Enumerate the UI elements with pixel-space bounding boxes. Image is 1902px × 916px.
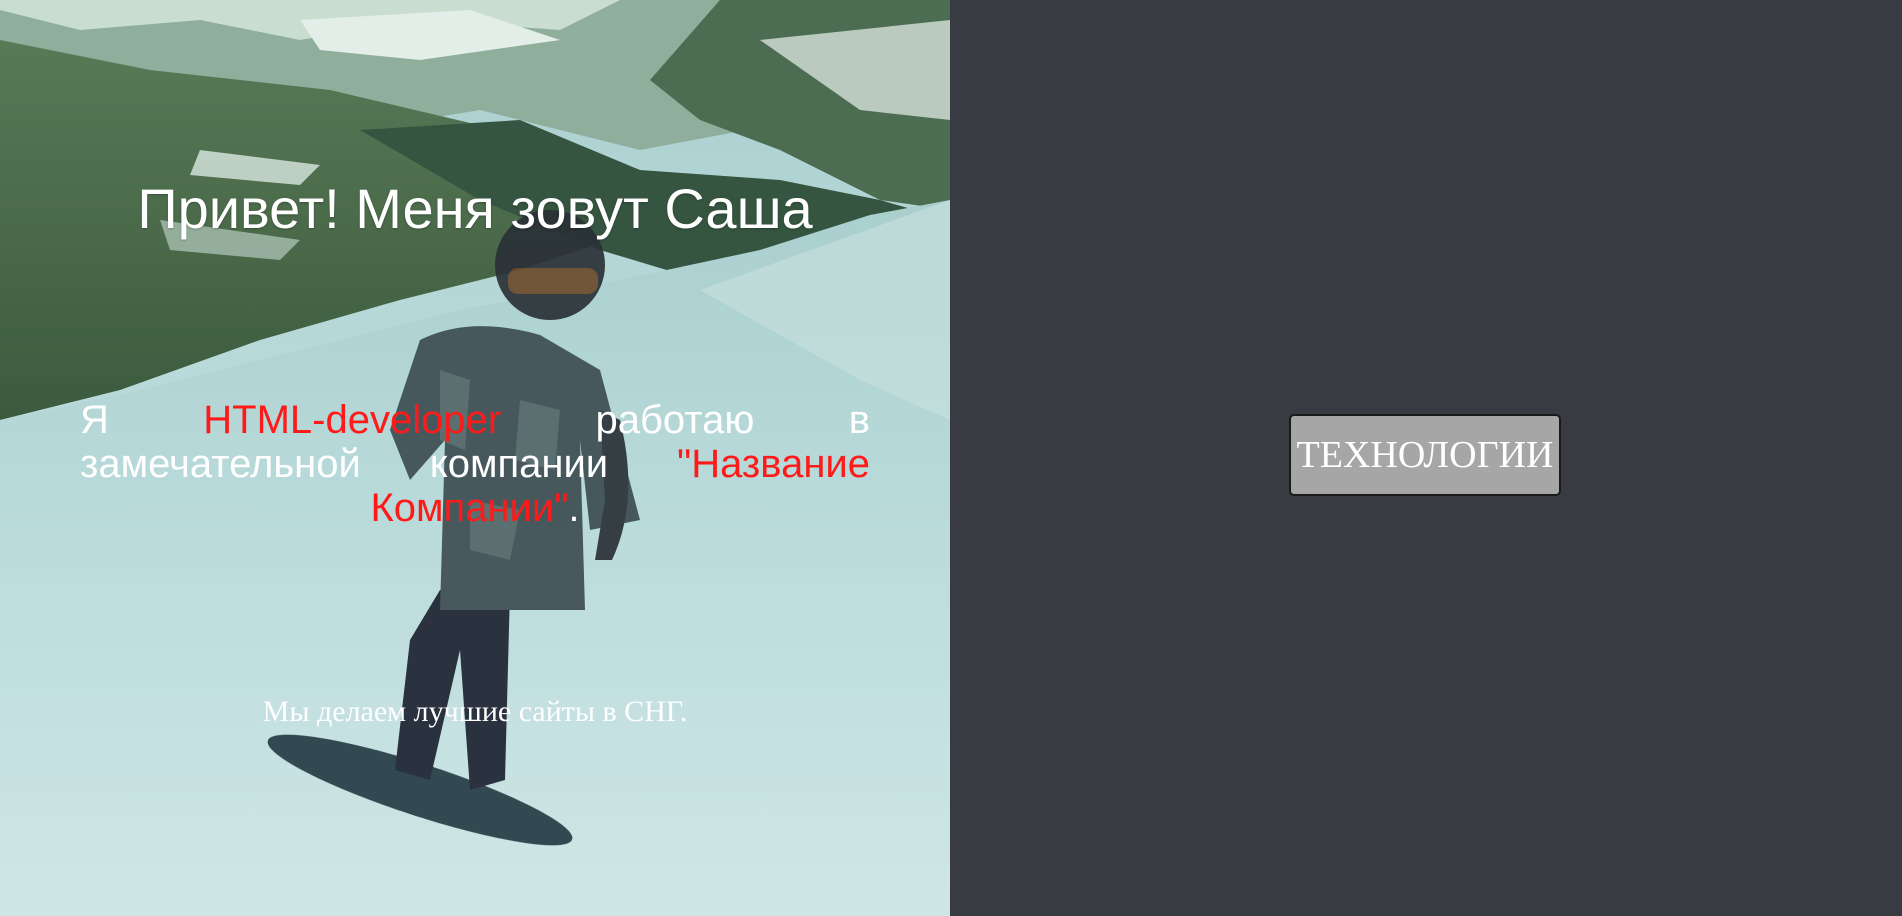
intro-text-start: Я [80, 398, 204, 442]
hero-text-overlay: Привет! Меня зовут Саша Я HTML-developer… [0, 0, 950, 916]
intro-role: HTML-developer [203, 398, 502, 442]
intro-text-end: . [568, 486, 580, 530]
side-panel: ТЕХНОЛОГИИ [950, 0, 1902, 916]
page: Привет! Меня зовут Саша Я HTML-developer… [0, 0, 1902, 916]
technologies-button[interactable]: ТЕХНОЛОГИИ [1289, 414, 1561, 496]
hero-title: Привет! Меня зовут Саша [137, 177, 813, 240]
hero-tagline: Мы делаем лучшие сайты в СНГ. [262, 695, 688, 728]
hero-section: Привет! Меня зовут Саша Я HTML-developer… [0, 0, 950, 916]
hero-intro: Я HTML-developer работаю в замечательной… [80, 398, 870, 530]
